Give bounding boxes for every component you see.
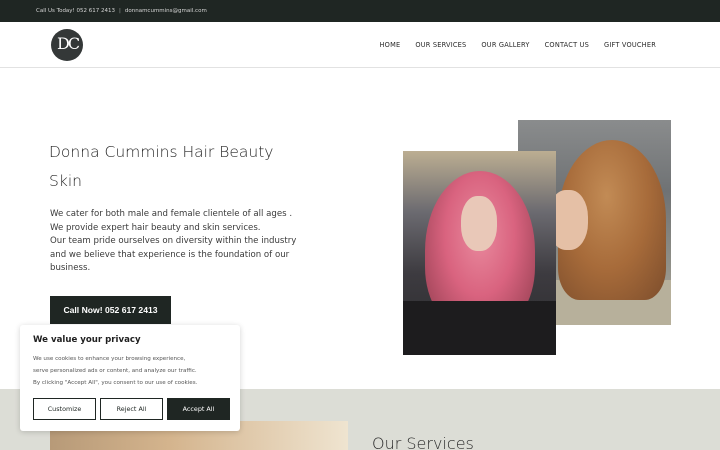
call-now-button[interactable]: Call Now! 052 617 2413: [50, 296, 171, 324]
cookie-text-line: We use cookies to enhance your browsing …: [33, 356, 186, 362]
nav-home[interactable]: HOME: [380, 41, 401, 49]
call-text: Call Us Today! 052 617 2413: [36, 8, 116, 14]
hero-text-line: Our team pride ourselves on diversity wi…: [50, 236, 297, 246]
customize-button[interactable]: Customize: [33, 398, 96, 420]
hero-title-line2: Skin: [49, 172, 82, 190]
cookie-buttons: Customize Reject All Accept All: [33, 398, 230, 420]
cookie-text: We use cookies to enhance your browsing …: [33, 353, 229, 389]
main-nav: HOME OUR SERVICES OUR GALLERY CONTACT US…: [380, 22, 656, 68]
nav-gift-voucher[interactable]: GIFT VOUCHER: [604, 41, 656, 49]
cookie-title: We value your privacy: [33, 335, 141, 345]
nav-our-services[interactable]: OUR SERVICES: [415, 41, 466, 49]
hero-text-line: business.: [50, 263, 91, 273]
reject-all-button[interactable]: Reject All: [100, 398, 163, 420]
hero-title: Donna Cummins Hair Beauty Skin: [49, 138, 299, 196]
pink-hair-photo: [403, 151, 556, 355]
hero-text-line: We provide expert hair beauty and skin s…: [50, 222, 261, 233]
cookie-text-line: By clicking "Accept All", you consent to…: [33, 380, 198, 386]
cookie-text-line: serve personalized ads or content, and a…: [33, 368, 197, 374]
email-link[interactable]: donnamcummins@gmail.com: [125, 8, 207, 14]
nav-contact-us[interactable]: CONTACT US: [545, 41, 589, 49]
hero-text-line: and we believe that experience is the fo…: [50, 249, 290, 260]
hero-title-line1: Donna Cummins Hair Beauty: [49, 143, 274, 161]
services-title: Our Services: [372, 434, 474, 450]
accept-all-button[interactable]: Accept All: [167, 398, 230, 420]
hero-text-line: We cater for both male and female client…: [50, 209, 293, 219]
hero-description: We cater for both male and female client…: [50, 208, 300, 276]
nav-our-gallery[interactable]: OUR GALLERY: [481, 41, 529, 49]
cookie-consent-banner: We value your privacy We use cookies to …: [20, 325, 240, 431]
topbar-separator: |: [119, 8, 121, 14]
site-header: DC HOME OUR SERVICES OUR GALLERY CONTACT…: [0, 22, 720, 68]
top-info-bar: Call Us Today! 052 617 2413 | donnamcumm…: [0, 0, 720, 22]
dc-monogram-logo[interactable]: DC: [51, 29, 83, 61]
